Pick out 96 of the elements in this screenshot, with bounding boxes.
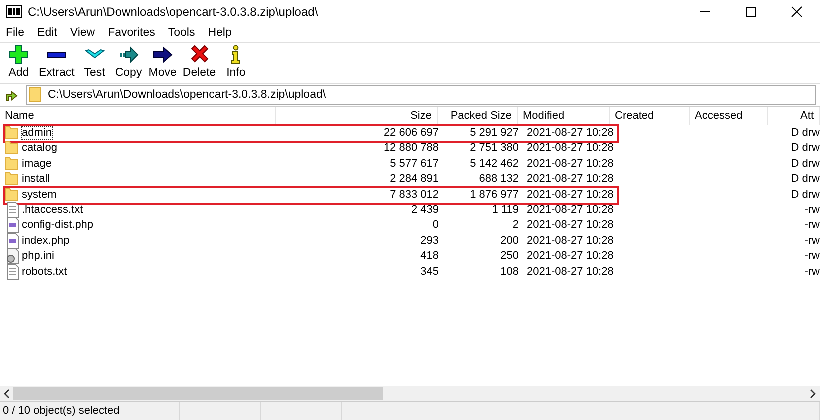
packed-size-cell-text: 688 132: [478, 172, 520, 186]
menu-item[interactable]: File: [6, 27, 25, 39]
file-name[interactable]: index.php: [21, 234, 71, 248]
column-header[interactable]: Created: [610, 107, 690, 125]
column-header[interactable]: Accessed: [690, 107, 768, 125]
modified-cell-text: 2021-08-27 10:28: [526, 172, 615, 186]
size-cell-text: 22 606 697: [382, 126, 440, 140]
attributes-cell-text: D drw: [790, 126, 820, 140]
address-field[interactable]: C:\Users\Arun\Downloads\opencart-3.0.3.8.zip\upload\: [26, 85, 816, 105]
folder-icon: [5, 186, 19, 203]
menu-item[interactable]: Tools: [168, 27, 196, 39]
menu-item[interactable]: Favorites: [108, 27, 156, 39]
size-cell-text: 5 577 617: [389, 156, 440, 171]
attributes-cell-text: D drw: [790, 156, 820, 171]
folder-icon: [5, 171, 19, 188]
size-cell-text: 293: [420, 234, 440, 248]
toolbar-button[interactable]: Extract: [38, 45, 76, 83]
attributes-cell-text: -rw: [804, 264, 820, 279]
plus-icon: [9, 45, 29, 65]
minus-icon: [46, 52, 67, 58]
size-cell-text: 12 880 788: [382, 141, 440, 156]
attributes-cell-text: D drw: [790, 141, 820, 156]
toolbar-button[interactable]: Add: [4, 45, 34, 83]
script-file-icon: [5, 232, 19, 249]
script-file-icon: [5, 217, 19, 234]
attributes-cell-text: -rw: [804, 234, 820, 248]
scrollbar-thumb[interactable]: [13, 387, 383, 400]
menu-item[interactable]: View: [70, 27, 96, 39]
modified-cell-text: 2021-08-27 10:28: [526, 249, 615, 264]
attributes-cell-text: D drw: [790, 188, 820, 202]
status-text: 0 / 10 object(s) selected: [3, 405, 120, 417]
toolbar-button[interactable]: Move: [148, 45, 178, 83]
window-title: C:\Users\Arun\Downloads\opencart-3.0.3.8.zip\upload\: [28, 5, 320, 19]
toolbar-button[interactable]: Copy: [114, 45, 144, 83]
attributes-cell-text: -rw: [804, 218, 820, 232]
packed-size-cell-text: 2 751 380: [469, 141, 520, 156]
file-name[interactable]: admin: [21, 126, 53, 140]
file-name[interactable]: robots.txt: [21, 264, 68, 279]
modified-cell-text: 2021-08-27 10:28: [526, 141, 615, 156]
attributes-cell-text: D drw: [790, 172, 820, 186]
file-name[interactable]: system: [21, 188, 58, 202]
document-icon: [5, 202, 19, 218]
menu-item[interactable]: Help: [208, 27, 232, 39]
delete-icon: [190, 45, 210, 65]
size-cell-text: 2 284 891: [389, 172, 440, 186]
packed-size-cell-text: 5 291 927: [469, 126, 520, 140]
packed-size-cell-text: 250: [500, 249, 520, 264]
packed-size-cell-text: 1 876 977: [469, 188, 520, 202]
packed-size-cell-text: 108: [500, 264, 520, 279]
modified-cell-text: 2021-08-27 10:28: [526, 188, 615, 202]
file-name[interactable]: image: [21, 156, 53, 171]
packed-size-cell-text: 1 119: [491, 202, 520, 217]
modified-cell-text: 2021-08-27 10:28: [526, 234, 615, 248]
modified-cell-text: 2021-08-27 10:28: [526, 218, 615, 232]
close-icon[interactable]: [791, 6, 803, 18]
file-name[interactable]: install: [21, 172, 52, 186]
size-cell-text: 418: [420, 249, 440, 264]
size-cell-text: 7 833 012: [389, 188, 440, 202]
folder-icon: [5, 156, 19, 172]
folder-icon: [5, 125, 19, 141]
column-header[interactable]: Packed Size: [438, 107, 518, 125]
scroll-left-icon[interactable]: [3, 388, 11, 398]
modified-cell-text: 2021-08-27 10:28: [526, 202, 615, 217]
attributes-cell-text: -rw: [804, 249, 820, 264]
column-header[interactable]: Name: [0, 107, 276, 125]
modified-cell-text: 2021-08-27 10:28: [526, 264, 615, 279]
menu-item[interactable]: Edit: [38, 27, 58, 39]
file-name[interactable]: config-dist.php: [21, 218, 95, 232]
file-name[interactable]: php.ini: [21, 249, 56, 264]
size-cell-text: 0: [432, 218, 440, 232]
modified-cell-text: 2021-08-27 10:28: [526, 126, 615, 140]
toolbar-button[interactable]: Delete: [182, 45, 218, 83]
arrow-right-icon: [152, 45, 173, 65]
size-cell-text: 345: [420, 264, 440, 279]
folder-icon: [5, 140, 19, 156]
column-header[interactable]: Att: [768, 107, 820, 125]
packed-size-cell-text: 200: [500, 234, 520, 248]
copy-arrow-icon: [118, 45, 139, 65]
scroll-right-icon[interactable]: [809, 388, 817, 398]
toolbar-button[interactable]: Test: [80, 45, 110, 83]
file-name[interactable]: catalog: [21, 141, 58, 156]
size-cell-text: 2 439: [410, 202, 440, 217]
folder-icon: [29, 87, 42, 103]
settings-file-icon: [5, 248, 19, 264]
file-name[interactable]: .htaccess.txt: [21, 202, 84, 217]
horizontal-scrollbar[interactable]: [0, 386, 820, 401]
toolbar-button[interactable]: Info: [221, 45, 252, 83]
attributes-cell-text: -rw: [804, 202, 820, 217]
maximize-icon[interactable]: [745, 6, 757, 18]
app-icon: [6, 4, 22, 20]
document-icon: [5, 264, 19, 280]
packed-size-cell-text: 5 142 462: [469, 156, 520, 171]
modified-cell-text: 2021-08-27 10:28: [526, 156, 615, 171]
packed-size-cell-text: 2: [512, 218, 520, 232]
column-header[interactable]: Size: [276, 107, 438, 125]
column-header[interactable]: Modified: [518, 107, 610, 125]
